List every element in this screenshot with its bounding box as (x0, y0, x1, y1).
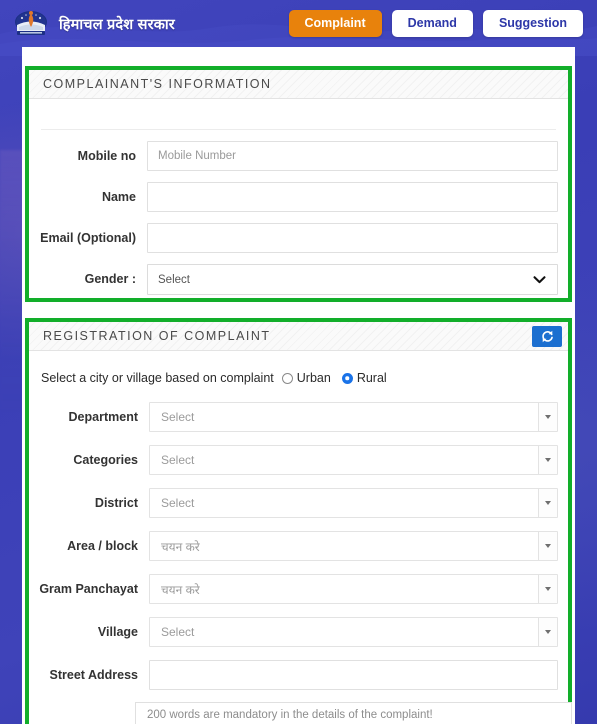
area-type-row: Select a city or village based on compla… (39, 351, 558, 389)
complaint-details-note: 200 words are mandatory in the details o… (135, 702, 572, 724)
email-label: Email (Optional) (40, 230, 136, 245)
mobile-row: Mobile no (39, 141, 558, 171)
caret-down-icon (545, 501, 551, 505)
village-label: Village (97, 624, 138, 639)
brand: हिमाचल प्रदेश सरकार (12, 9, 175, 39)
district-select[interactable]: Select (149, 488, 558, 518)
gender-select[interactable]: Select (147, 264, 558, 295)
email-input[interactable] (147, 223, 558, 253)
department-select-arrow[interactable] (538, 403, 557, 431)
gender-select-value: Select (158, 273, 190, 286)
registration-of-complaint-panel: REGISTRATION OF COMPLAINT Select a city … (25, 318, 572, 724)
radio-option-urban[interactable]: Urban (281, 371, 331, 385)
registration-panel-body: Select a city or village based on compla… (29, 351, 568, 690)
categories-select[interactable]: Select (149, 445, 558, 475)
department-label: Department (68, 409, 138, 424)
caret-down-icon (545, 415, 551, 419)
radio-rural-label: Rural (356, 371, 387, 385)
area-block-select-value: चयन करे (161, 539, 200, 554)
mobile-input[interactable] (147, 141, 558, 171)
header-nav: Complaint Demand Suggestion (288, 9, 583, 38)
government-emblem-icon (15, 10, 47, 35)
village-select-arrow[interactable] (538, 618, 557, 646)
registration-panel-header: REGISTRATION OF COMPLAINT (29, 322, 568, 351)
site-header: हिमाचल प्रदेश सरकार Complaint Demand Sug… (0, 0, 597, 47)
gram-panchayat-row: Gram Panchayat चयन करे (39, 574, 558, 604)
categories-select-arrow[interactable] (538, 446, 557, 474)
area-block-select-arrow[interactable] (538, 532, 557, 560)
panel-divider (41, 99, 556, 130)
radio-rural-indicator (341, 372, 353, 384)
gram-panchayat-select[interactable]: चयन करे (149, 574, 558, 604)
gram-panchayat-select-value: चयन करे (161, 582, 200, 597)
name-input[interactable] (147, 182, 558, 212)
caret-down-icon (545, 458, 551, 462)
name-row: Name (39, 182, 558, 212)
village-select-value: Select (161, 625, 195, 639)
district-select-value: Select (161, 496, 195, 510)
area-type-question: Select a city or village based on compla… (41, 371, 274, 385)
complainant-information-panel: COMPLAINANT'S INFORMATION Mobile no Name… (25, 66, 572, 302)
street-address-row: Street Address (39, 660, 558, 690)
department-row: Department Select (39, 402, 558, 432)
district-label: District (94, 495, 138, 510)
refresh-icon (541, 330, 553, 342)
nav-demand-button[interactable]: Demand (391, 9, 473, 38)
complainant-panel-header: COMPLAINANT'S INFORMATION (29, 70, 568, 99)
street-address-input[interactable] (149, 660, 558, 690)
radio-urban-label: Urban (296, 371, 331, 385)
registration-panel-title: REGISTRATION OF COMPLAINT (43, 329, 271, 343)
gender-label: Gender : (84, 272, 136, 286)
name-label: Name (101, 189, 136, 204)
nav-suggestion-button[interactable]: Suggestion (482, 9, 583, 38)
area-block-row: Area / block चयन करे (39, 531, 558, 561)
street-address-label: Street Address (49, 667, 138, 682)
complaint-details-note-row: 200 words are mandatory in the details o… (25, 702, 572, 724)
categories-label: Categories (73, 452, 138, 467)
mobile-label: Mobile no (77, 148, 136, 163)
district-row: District Select (39, 488, 558, 518)
chevron-down-icon (533, 275, 546, 283)
district-select-arrow[interactable] (538, 489, 557, 517)
categories-select-value: Select (161, 453, 195, 467)
gram-panchayat-label: Gram Panchayat (39, 581, 138, 596)
complainant-panel-title: COMPLAINANT'S INFORMATION (43, 77, 272, 91)
categories-row: Categories Select (39, 445, 558, 475)
complainant-panel-body: Mobile no Name Email (Optional) Gender :… (29, 99, 568, 295)
department-select-value: Select (161, 410, 195, 424)
caret-down-icon (545, 587, 551, 591)
village-select[interactable]: Select (149, 617, 558, 647)
gram-panchayat-select-arrow[interactable] (538, 575, 557, 603)
radio-option-rural[interactable]: Rural (341, 371, 387, 385)
department-select[interactable]: Select (149, 402, 558, 432)
village-row: Village Select (39, 617, 558, 647)
site-title: हिमाचल प्रदेश सरकार (59, 16, 175, 33)
nav-complaint-button[interactable]: Complaint (288, 9, 382, 38)
radio-urban-indicator (281, 372, 293, 384)
gender-row: Gender : Select (39, 264, 558, 295)
caret-down-icon (545, 630, 551, 634)
area-block-label: Area / block (67, 538, 138, 553)
email-row: Email (Optional) (39, 223, 558, 253)
area-block-select[interactable]: चयन करे (149, 531, 558, 561)
refresh-button[interactable] (532, 325, 562, 347)
caret-down-icon (545, 544, 551, 548)
